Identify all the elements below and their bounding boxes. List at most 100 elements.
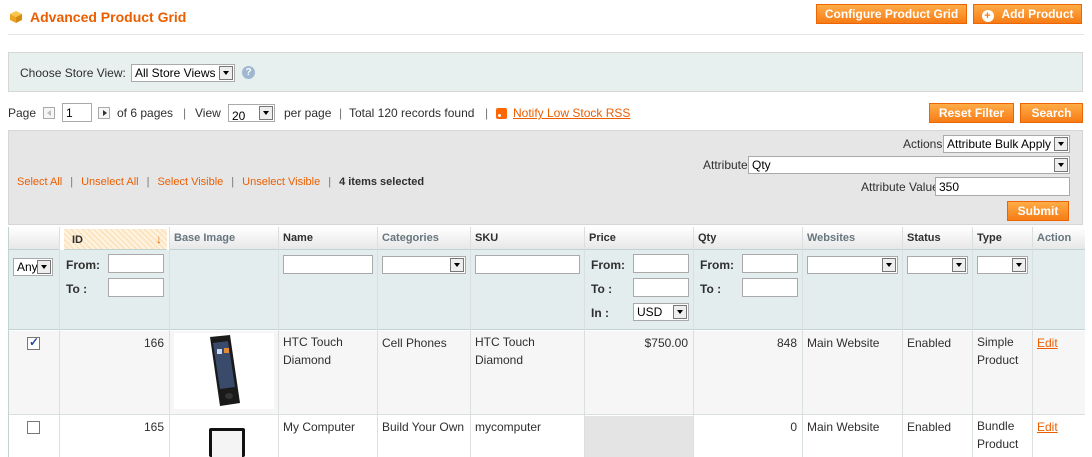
websites-filter-select[interactable] [807, 256, 898, 274]
actions-select[interactable]: Attribute Bulk Apply [943, 135, 1070, 153]
qty-from-input[interactable] [742, 254, 798, 273]
row-id: 165 [143, 420, 164, 434]
add-product-button[interactable]: + Add Product [973, 4, 1082, 24]
row-sku: mycomputer [475, 420, 542, 434]
plus-icon: + [981, 10, 994, 22]
search-button[interactable]: Search [1020, 103, 1083, 123]
chevron-down-icon [1054, 137, 1068, 151]
column-id: ID From: To : 166 165 [60, 227, 170, 457]
per-page-value: 20 [232, 109, 246, 122]
id-to-input[interactable] [108, 278, 164, 297]
row-websites: Main Website [807, 336, 880, 350]
column-header-status[interactable]: Status [903, 227, 972, 250]
row-checkbox[interactable] [27, 421, 40, 434]
column-header-websites: Websites [803, 227, 902, 250]
chevron-down-icon [1012, 258, 1026, 272]
separator: | [328, 176, 332, 188]
rss-icon [496, 108, 507, 119]
column-header-categories: Categories [378, 227, 470, 250]
column-header-action: Action [1033, 227, 1085, 250]
status-filter-select[interactable] [907, 256, 968, 274]
row-qty: 0 [790, 420, 797, 434]
currency-value: USD [637, 305, 663, 319]
next-page-icon[interactable] [98, 107, 110, 119]
attribute-value-input[interactable] [935, 177, 1070, 196]
store-view-select[interactable]: All Store Views [131, 64, 235, 82]
column-select: Any [9, 227, 60, 457]
column-action: Action Edit Edit [1033, 227, 1085, 457]
column-price: Price From: To : In : USD $750.00 [585, 227, 694, 457]
column-categories: Categories Cell Phones Build Your Own [378, 227, 471, 457]
actions-value: Attribute Bulk Apply [947, 137, 1052, 151]
row-checkbox[interactable] [27, 335, 40, 350]
view-label: View [195, 106, 221, 120]
chevron-down-icon [1054, 158, 1068, 172]
row-status: Enabled [907, 420, 952, 434]
product-image [174, 420, 274, 457]
column-header-price[interactable]: Price [585, 227, 693, 250]
submit-button[interactable]: Submit [1007, 201, 1069, 221]
filter-in-label: In : [591, 306, 609, 320]
price-from-input[interactable] [633, 254, 689, 273]
unselect-visible-link[interactable]: Unselect Visible [242, 176, 320, 188]
separator: | [231, 176, 235, 188]
column-type: Type Simple Product Bundle Product [973, 227, 1033, 457]
currency-select[interactable]: USD [633, 303, 689, 321]
separator: | [183, 106, 187, 120]
filter-to-label: To : [591, 282, 613, 296]
qty-to-input[interactable] [742, 278, 798, 297]
massaction-bar: Select All | Unselect All | Select Visible | U… [8, 130, 1083, 225]
sku-filter-input[interactable] [475, 255, 580, 274]
selected-count: 4 items selected [339, 176, 425, 188]
column-header-qty[interactable]: Qty [694, 227, 802, 250]
store-view-value: All Store Views [135, 66, 216, 80]
filter-to-label: To : [66, 282, 88, 296]
column-header-id[interactable]: ID [64, 229, 167, 250]
product-grid: Any ID From: To : 166 165 Base Image [8, 227, 1085, 457]
filter-from-label: From: [66, 258, 100, 272]
column-websites: Websites Main Website Main Website [803, 227, 903, 457]
chevron-down-icon [882, 258, 896, 272]
actions-label: Actions [903, 137, 943, 151]
column-header-sku[interactable]: SKU [471, 227, 584, 250]
column-qty: Qty From: To : 848 0 [694, 227, 803, 457]
page-input[interactable] [62, 103, 92, 122]
of-pages-text: of 6 pages [117, 106, 174, 120]
filter-from-label: From: [591, 258, 625, 272]
column-header-type[interactable]: Type [973, 227, 1032, 250]
column-header-select [9, 227, 59, 250]
attribute-select[interactable]: Qty [748, 156, 1070, 174]
id-from-input[interactable] [108, 254, 164, 273]
per-page-select[interactable]: 20 [228, 104, 275, 122]
header-divider [8, 34, 1084, 35]
type-filter-select[interactable] [977, 256, 1028, 274]
name-filter-input[interactable] [283, 255, 373, 274]
configure-grid-button[interactable]: Configure Product Grid [816, 4, 967, 24]
row-sku: HTC Touch Diamond [475, 335, 535, 367]
chevron-down-icon [673, 305, 687, 319]
categories-filter-select[interactable] [382, 256, 466, 274]
column-header-name[interactable]: Name [279, 227, 377, 250]
separator: | [70, 176, 74, 188]
unselect-all-link[interactable]: Unselect All [81, 176, 138, 188]
prev-page-icon[interactable] [43, 107, 55, 119]
price-to-input[interactable] [633, 278, 689, 297]
row-price: $750.00 [644, 336, 688, 350]
row-name: My Computer [283, 420, 356, 434]
select-visible-link[interactable]: Select Visible [157, 176, 223, 188]
row-qty: 848 [776, 336, 797, 350]
edit-link[interactable]: Edit [1037, 336, 1058, 350]
separator: | [485, 106, 489, 120]
edit-link[interactable]: Edit [1037, 420, 1058, 434]
chevron-down-icon [37, 260, 51, 274]
per-page-label: per page [284, 106, 332, 120]
select-all-link[interactable]: Select All [17, 176, 62, 188]
any-value: Any [17, 260, 38, 274]
rss-link[interactable]: Notify Low Stock RSS [513, 106, 630, 120]
row-websites: Main Website [807, 420, 880, 434]
reset-filter-button[interactable]: Reset Filter [929, 103, 1014, 123]
help-icon[interactable]: ? [242, 66, 255, 79]
any-select[interactable]: Any [13, 258, 53, 276]
massaction-links: Select All | Unselect All | Select Visible | U… [17, 174, 424, 188]
product-image [174, 333, 274, 409]
